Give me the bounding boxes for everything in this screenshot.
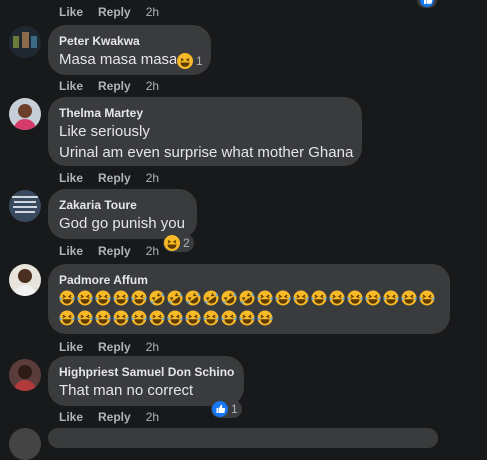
laughing-emoji-icon <box>311 290 327 306</box>
reaction-count: 2 <box>183 236 190 250</box>
laughing-emoji-icon <box>257 290 273 306</box>
comment-5-actions: Like Reply 2h <box>59 410 159 424</box>
laughing-emoji-icon <box>347 290 363 306</box>
comment-text: Masa masa masa <box>59 51 178 68</box>
reaction-summary[interactable]: 1 <box>211 400 242 418</box>
avatar[interactable] <box>9 190 41 222</box>
avatar-image <box>9 26 41 58</box>
rofl-emoji-icon <box>149 290 165 306</box>
reaction-count: 1 <box>196 54 203 68</box>
laughing-emoji-icon <box>149 310 165 326</box>
laughing-emoji-icon <box>113 310 129 326</box>
timestamp[interactable]: 2h <box>146 340 159 354</box>
avatar-image <box>9 264 41 296</box>
comment-4-actions: Like Reply 2h <box>59 340 159 354</box>
comment-3-actions: Like Reply 2h <box>59 244 159 258</box>
laughing-emoji-icon <box>329 290 345 306</box>
timestamp[interactable]: 2h <box>146 244 159 258</box>
laughing-emoji-icon <box>203 310 219 326</box>
comment-bubble-partial <box>48 428 438 448</box>
timestamp[interactable]: 2h <box>146 5 159 19</box>
laughing-emoji-icon <box>239 310 255 326</box>
laughing-emoji-icon <box>383 290 399 306</box>
like-button[interactable]: Like <box>59 171 83 185</box>
laughing-emoji-icon <box>95 310 111 326</box>
commenter-name[interactable]: Thelma Martey <box>59 106 143 120</box>
commenter-name[interactable]: Peter Kwakwa <box>59 34 140 48</box>
laughing-emoji-icon <box>113 290 129 306</box>
laughing-emoji-icon <box>77 310 93 326</box>
laughing-emoji-icon <box>77 290 93 306</box>
like-icon <box>212 401 228 417</box>
avatar[interactable] <box>9 359 41 391</box>
rofl-emoji-icon <box>167 290 183 306</box>
rofl-emoji-icon <box>239 290 255 306</box>
comment-text: Like seriously <box>59 123 150 140</box>
like-button[interactable]: Like <box>59 244 83 258</box>
reaction-count: 1 <box>231 402 238 416</box>
laughing-emoji-icon <box>167 310 183 326</box>
commenter-name[interactable]: Padmore Affum <box>59 273 148 287</box>
avatar-image <box>9 98 41 130</box>
rofl-emoji-icon <box>185 290 201 306</box>
comment-1-actions: Like Reply 2h <box>59 79 159 93</box>
laughing-emoji-icon <box>59 290 75 306</box>
reply-button[interactable]: Reply <box>98 171 131 185</box>
laughing-emoji-icon <box>257 310 273 326</box>
reaction-summary[interactable]: 2 <box>163 234 194 252</box>
comment-text: That man no correct <box>59 382 194 399</box>
laughing-emoji-icon <box>365 290 381 306</box>
timestamp[interactable]: 2h <box>146 171 159 185</box>
reply-button[interactable]: Reply <box>98 340 131 354</box>
reaction-summary[interactable]: 1 <box>176 52 207 70</box>
rofl-emoji-icon <box>203 290 219 306</box>
reaction-pill-partial[interactable] <box>417 0 437 8</box>
laughing-emoji-icon <box>95 290 111 306</box>
laughing-emoji-icon <box>59 310 75 326</box>
avatar-image <box>9 190 41 222</box>
commenter-name[interactable]: Zakaria Toure <box>59 198 137 212</box>
like-icon <box>420 0 434 7</box>
like-button[interactable]: Like <box>59 340 83 354</box>
timestamp[interactable]: 2h <box>146 79 159 93</box>
laughing-emoji-icon <box>164 235 180 251</box>
avatar[interactable] <box>9 26 41 58</box>
comment-bubble: Zakaria Toure God go punish you <box>48 189 197 239</box>
comment-bubble: Highpriest Samuel Don Schino That man no… <box>48 356 244 406</box>
laughing-emoji-icon <box>131 290 147 306</box>
laughing-emoji-icon <box>221 310 237 326</box>
reply-button[interactable]: Reply <box>98 410 131 424</box>
avatar[interactable] <box>9 98 41 130</box>
comment-bubble: Thelma Martey Like seriously Urinal am e… <box>48 97 362 166</box>
like-button[interactable]: Like <box>59 410 83 424</box>
laughing-emoji-icon <box>177 53 193 69</box>
timestamp[interactable]: 2h <box>146 410 159 424</box>
reply-button[interactable]: Reply <box>98 79 131 93</box>
avatar[interactable] <box>9 264 41 296</box>
avatar-image <box>9 359 41 391</box>
reply-button[interactable]: Reply <box>98 244 131 258</box>
comment-text: Urinal am even surprise what mother Ghan… <box>59 144 354 161</box>
laughing-emoji-icon <box>401 290 417 306</box>
commenter-name[interactable]: Highpriest Samuel Don Schino <box>59 365 234 379</box>
emoji-row <box>59 290 437 306</box>
laughing-emoji-icon <box>275 290 291 306</box>
laughing-emoji-icon <box>293 290 309 306</box>
comment-2-actions: Like Reply 2h <box>59 171 159 185</box>
like-button[interactable]: Like <box>59 5 83 19</box>
laughing-emoji-icon <box>419 290 435 306</box>
emoji-row <box>59 310 275 326</box>
comment-0-actions: Like Reply 2h <box>59 5 159 19</box>
laughing-emoji-icon <box>185 310 201 326</box>
laughing-emoji-icon <box>131 310 147 326</box>
like-button[interactable]: Like <box>59 79 83 93</box>
reply-button[interactable]: Reply <box>98 5 131 19</box>
comment-text: God go punish you <box>59 215 185 232</box>
comment-bubble: Padmore Affum <box>48 264 450 334</box>
rofl-emoji-icon <box>221 290 237 306</box>
